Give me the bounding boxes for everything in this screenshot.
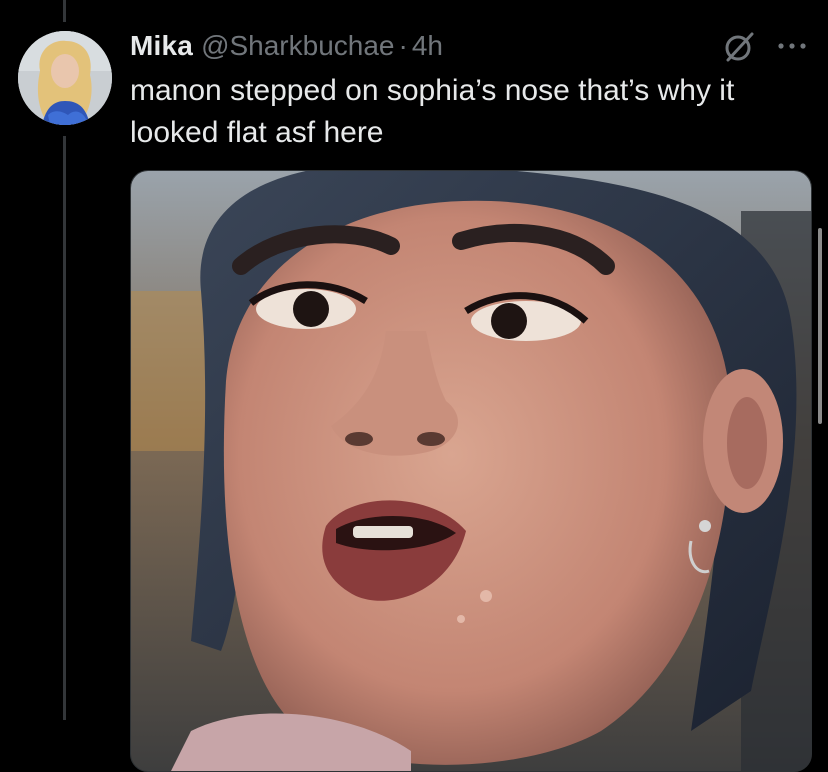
thread-line-top bbox=[63, 0, 66, 22]
tweet-media-image[interactable] bbox=[130, 170, 812, 772]
grok-icon[interactable] bbox=[722, 30, 756, 64]
scrollbar[interactable] bbox=[818, 228, 822, 424]
media-photo bbox=[131, 171, 811, 771]
separator-dot: · bbox=[398, 30, 408, 61]
tweet-header: Mika @Sharkbuchae · 4h bbox=[130, 28, 443, 64]
more-options-icon[interactable] bbox=[776, 36, 808, 56]
timestamp[interactable]: 4h bbox=[412, 30, 443, 62]
thread-line-bottom bbox=[63, 136, 66, 720]
avatar-photo-icon bbox=[18, 31, 112, 125]
avatar[interactable] bbox=[18, 31, 112, 125]
user-handle[interactable]: @Sharkbuchae bbox=[201, 30, 394, 62]
display-name[interactable]: Mika bbox=[130, 30, 193, 62]
tweet-text: manon stepped on sophia’s nose that’s wh… bbox=[130, 74, 735, 149]
